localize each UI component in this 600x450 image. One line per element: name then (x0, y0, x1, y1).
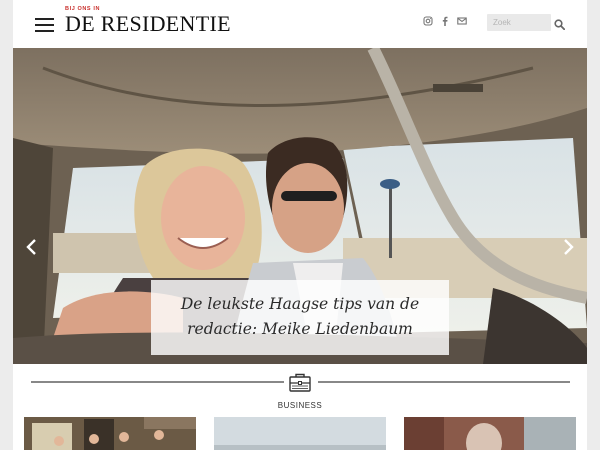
article-thumbnail (214, 417, 386, 450)
briefcase-icon (288, 372, 312, 393)
search-icon[interactable] (554, 17, 566, 31)
search-input[interactable] (487, 14, 551, 31)
facebook-icon[interactable] (440, 16, 450, 26)
envelope-icon[interactable] (457, 16, 467, 26)
article-card[interactable] (214, 417, 386, 450)
page: BIJ ONS IN DE RESIDENTIE Zoek De leukste… (13, 0, 587, 450)
article-thumbnail (24, 417, 196, 450)
site-logo[interactable]: DE RESIDENTIE (65, 11, 231, 37)
social-links (423, 16, 467, 26)
section-divider-right (318, 381, 570, 383)
slider-prev-arrow[interactable] (25, 238, 39, 256)
hero-caption[interactable]: De leukste Haagse tips van de redactie: … (151, 280, 449, 355)
article-card[interactable] (24, 417, 196, 450)
article-thumbnail (404, 417, 576, 450)
article-card[interactable] (404, 417, 576, 450)
instagram-icon[interactable] (423, 16, 433, 26)
site-header: BIJ ONS IN DE RESIDENTIE (13, 0, 587, 48)
section-title[interactable]: BUSINESS (13, 401, 587, 410)
slider-next-arrow[interactable] (561, 238, 575, 256)
section-divider-left (31, 381, 284, 383)
menu-icon[interactable] (35, 18, 54, 32)
